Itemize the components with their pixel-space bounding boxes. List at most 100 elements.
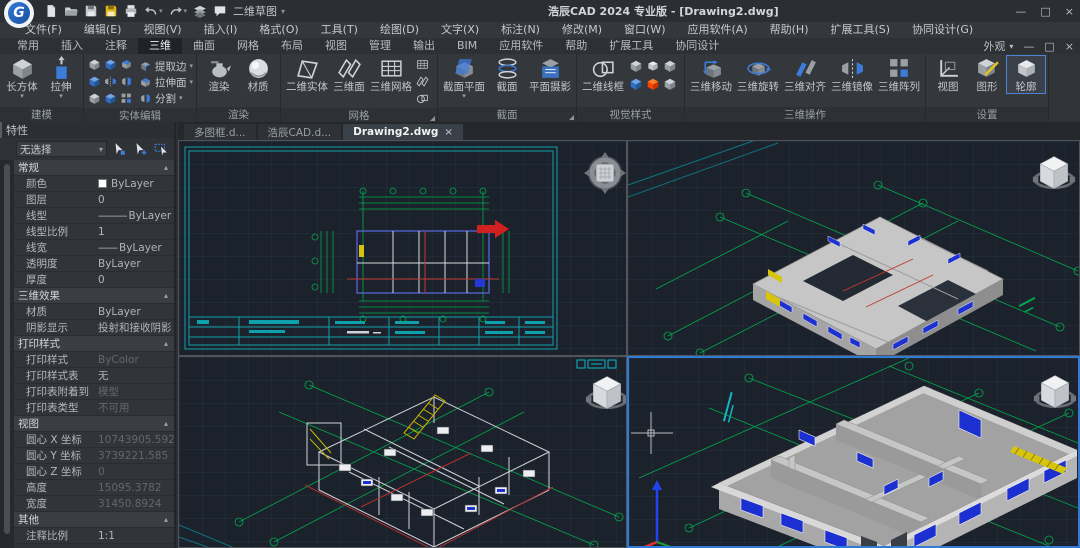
ribbon-button[interactable]: 截面平面 ▾ [441, 56, 487, 100]
ribbon-button[interactable]: 长方体 ▾ [3, 56, 41, 100]
ribbon-tab[interactable]: 布局 [270, 38, 314, 54]
workspace-switcher[interactable]: 二维草图 ▾ [233, 3, 285, 19]
ribbon-row-button[interactable]: 分割 ▾ [139, 90, 193, 106]
quick-select-button[interactable] [152, 141, 170, 157]
close-button[interactable]: × [1065, 5, 1074, 18]
document-tab[interactable]: 浩辰CAD.d...× [257, 124, 342, 140]
menu-item[interactable]: 格式(O) [248, 22, 309, 38]
ribbon-button[interactable]: 二维线框▾ [580, 56, 626, 93]
ribbon-button[interactable]: 三维网格▾ [368, 56, 414, 93]
ribbon-button[interactable]: 三维移动▾ [688, 56, 734, 93]
chevron-down-icon[interactable]: ▾ [184, 7, 188, 15]
property-section-header[interactable]: 三维效果 ▴ [14, 288, 174, 304]
document-tab[interactable]: Drawing2.dwg × [343, 124, 463, 140]
ribbon-button[interactable]: 三维对齐▾ [782, 56, 828, 93]
property-section-header[interactable]: 常规 ▴ [14, 160, 174, 176]
property-row[interactable]: 高度 15095.3782 [14, 480, 174, 496]
qat-button[interactable]: ▾ [144, 4, 163, 18]
menu-item[interactable]: 扩展工具(S) [819, 22, 901, 38]
ribbon-button[interactable]: 截面▾ [488, 56, 526, 93]
menu-item[interactable]: 视图(V) [132, 22, 192, 38]
ribbon-button[interactable]: 拉伸 ▾ [42, 56, 80, 100]
ribbon-tab[interactable]: BIM [446, 38, 488, 54]
menu-item[interactable]: 协同设计(G) [901, 22, 984, 38]
property-row[interactable]: 阴影显示 投射和接收阴影 [14, 320, 174, 336]
property-section-header[interactable]: 打印样式 ▴ [14, 336, 174, 352]
selection-filter-combobox[interactable]: 无选择 ▾ [16, 141, 107, 157]
ribbon-row-button[interactable]: 提取边 ▾ [139, 58, 193, 74]
minimize-button[interactable]: — [1015, 5, 1026, 18]
qat-button[interactable]: ▾ [104, 4, 118, 18]
collapse-icon[interactable]: ▴ [164, 163, 168, 172]
restore-button[interactable]: □ [1040, 5, 1050, 18]
ribbon-button[interactable]: 三维旋转▾ [735, 56, 781, 93]
ribbon-restore-button[interactable]: □ [1044, 40, 1054, 53]
property-row[interactable]: 打印表类型 不可用 [14, 400, 174, 416]
ribbon-tab[interactable]: 视图 [314, 38, 358, 54]
ribbon-button[interactable]: 渲染▾ [200, 56, 238, 93]
menu-item[interactable]: 标注(N) [490, 22, 551, 38]
property-row[interactable]: 厚度 0 [14, 272, 174, 288]
menu-item[interactable]: 帮助(H) [759, 22, 820, 38]
viewport-3d-wireframe[interactable] [178, 356, 627, 548]
viewport-floor-plan[interactable] [178, 140, 627, 356]
ribbon-tab[interactable]: 网格 [226, 38, 270, 54]
menu-item[interactable]: 插入(I) [193, 22, 249, 38]
ribbon-button[interactable]: 三维面▾ [330, 56, 368, 93]
viewport-3d-shaded-active[interactable] [627, 356, 1080, 548]
qat-button[interactable]: ▾ [213, 4, 227, 18]
ribbon-tab[interactable]: 应用软件 [488, 38, 554, 54]
property-section-header[interactable]: 其他 ▴ [14, 512, 174, 528]
qat-button[interactable]: ▾ [44, 4, 58, 18]
view-compass[interactable] [584, 152, 626, 194]
ribbon-tab[interactable]: 注释 [94, 38, 138, 54]
menu-item[interactable]: 工具(T) [310, 22, 369, 38]
chevron-down-icon[interactable]: ▾ [462, 93, 466, 100]
property-row[interactable]: 图层 0 [14, 192, 174, 208]
collapse-icon[interactable]: ▴ [164, 339, 168, 348]
chevron-down-icon[interactable]: ▾ [190, 62, 194, 70]
ribbon-minimize-button[interactable]: — [1023, 40, 1034, 53]
property-row[interactable]: 宽度 31450.8924 [14, 496, 174, 512]
ribbon-row-button[interactable]: 拉伸面 ▾ [139, 74, 193, 90]
qat-button[interactable]: ▾ [64, 4, 78, 18]
collapse-icon[interactable]: ▴ [164, 291, 168, 300]
chevron-down-icon[interactable]: ▾ [59, 93, 63, 100]
menu-item[interactable]: 文字(X) [430, 22, 490, 38]
viewport-scale-badge[interactable] [576, 359, 617, 369]
ribbon-tab[interactable]: 输出 [402, 38, 446, 54]
ribbon-tab[interactable]: 三维 [138, 38, 182, 54]
ribbon-button[interactable]: 三维阵列▾ [876, 56, 922, 93]
property-row[interactable]: 材质 ByLayer [14, 304, 174, 320]
solid-edit-icon-grid[interactable] [87, 56, 138, 108]
chevron-down-icon[interactable]: ▾ [20, 93, 24, 100]
property-row[interactable]: 打印表附着到 模型 [14, 384, 174, 400]
property-row[interactable]: 圆心 Y 坐标 3739221.585 [14, 448, 174, 464]
chevron-down-icon[interactable]: ▾ [159, 7, 163, 15]
viewcube[interactable] [1033, 374, 1077, 409]
chevron-down-icon[interactable]: ▾ [179, 94, 183, 102]
ribbon-tab[interactable]: 管理 [358, 38, 402, 54]
panel-launcher-icon[interactable] [569, 115, 575, 120]
menu-item[interactable]: 修改(M) [551, 22, 613, 38]
ribbon-button[interactable]: 材质▾ [239, 56, 277, 93]
property-row[interactable]: 线型比例 1 [14, 224, 174, 240]
ribbon-button[interactable]: 图形▾ [968, 56, 1006, 93]
collapse-icon[interactable]: ▴ [164, 419, 168, 428]
select-objects-button[interactable] [131, 141, 149, 157]
viewport-3d-shaded-top[interactable] [627, 140, 1080, 356]
chevron-down-icon[interactable]: ▾ [1009, 42, 1013, 51]
ribbon-tab[interactable]: 曲面 [182, 38, 226, 54]
qat-button[interactable]: ▾ [193, 4, 207, 18]
ribbon-tab[interactable]: 常用 [6, 38, 50, 54]
visual-style-gallery[interactable] [627, 56, 681, 94]
palette-title[interactable]: 特性 [0, 122, 174, 138]
scrollbar-thumb[interactable] [4, 164, 10, 534]
document-tab[interactable]: 多图框.d...× [184, 124, 256, 140]
qat-button[interactable]: ▾ [84, 4, 98, 18]
property-row[interactable]: 打印样式 ByColor [14, 352, 174, 368]
panel-launcher-icon[interactable] [430, 116, 436, 121]
toggle-pickadd-button[interactable] [110, 141, 128, 157]
ribbon-tab[interactable]: 扩展工具 [598, 38, 664, 54]
property-row[interactable]: 线型 ——— ByLayer [14, 208, 174, 224]
